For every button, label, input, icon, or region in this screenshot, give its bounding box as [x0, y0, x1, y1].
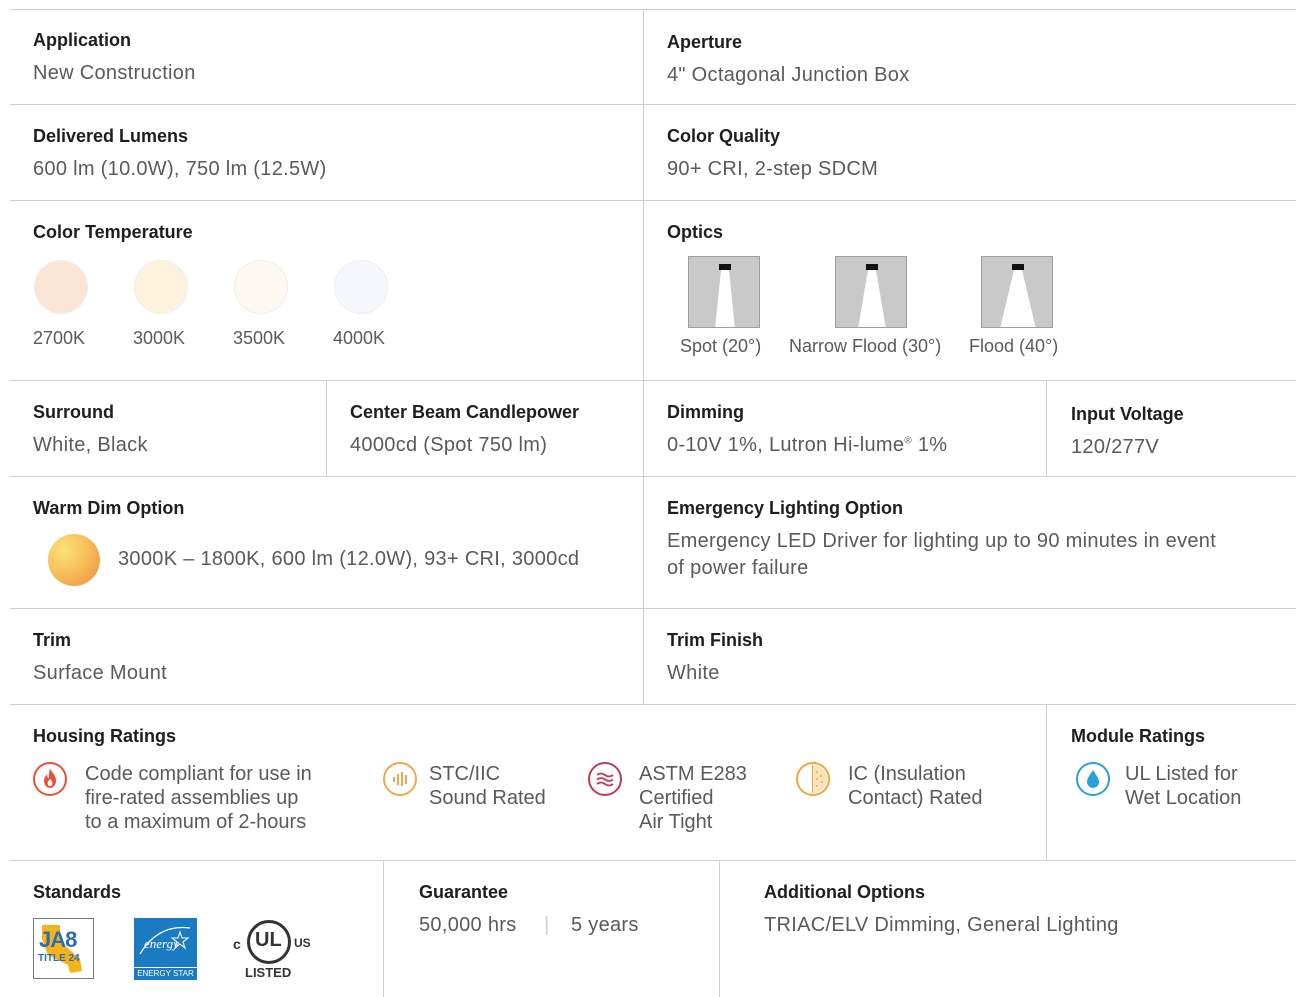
trim-value: Surface Mount	[33, 662, 167, 684]
optics-label: Optics	[667, 222, 724, 242]
housing-rating-sound: STC/IIC Sound Rated	[429, 763, 546, 809]
application-label: Application	[33, 30, 131, 50]
warm-dim-value: 3000K – 1800K, 600 lm (12.0W), 93+ CRI, …	[118, 548, 580, 570]
trim-finish-value: White	[667, 662, 720, 684]
cct-label-4000k: 4000K	[333, 328, 386, 348]
standards-label: Standards	[33, 882, 122, 902]
emergency-value-line1: Emergency LED Driver for lighting up to …	[667, 530, 1217, 552]
energy-star-logo: energy ENERGY STAR	[134, 918, 197, 980]
emergency-label: Emergency Lighting Option	[667, 498, 904, 518]
optic-spot-icon	[688, 256, 760, 328]
surround-label: Surround	[33, 402, 114, 422]
additional-options-value: TRIAC/ELV Dimming, General Lighting	[764, 914, 1119, 936]
cct-label-3500k: 3500K	[233, 328, 286, 348]
aperture-value: 4" Octagonal Junction Box	[667, 64, 910, 86]
emergency-value-line2: of power failure	[667, 557, 809, 579]
optic-flood-label: Flood (40°)	[969, 336, 1059, 356]
cct-label-3000k: 3000K	[133, 328, 186, 348]
dimming-label: Dimming	[667, 402, 745, 422]
module-rating-wet: UL Listed for Wet Location	[1125, 763, 1242, 809]
insulation-icon	[796, 762, 830, 796]
water-drop-icon	[1076, 762, 1110, 796]
trim-finish-label: Trim Finish	[667, 630, 764, 650]
color-quality-value: 90+ CRI, 2-step SDCM	[667, 158, 879, 180]
swatch-3000k	[134, 260, 188, 314]
cct-label-2700k: 2700K	[33, 328, 86, 348]
trim-label: Trim	[33, 630, 72, 650]
housing-rating-air: ASTM E283 Certified Air Tight	[639, 763, 747, 833]
warm-dim-swatch	[48, 534, 100, 586]
cbcp-label: Center Beam Candlepower	[350, 402, 580, 422]
housing-ratings-label: Housing Ratings	[33, 726, 176, 746]
optic-narrow-flood-label: Narrow Flood (30°)	[789, 336, 942, 356]
guarantee-label: Guarantee	[419, 882, 509, 902]
housing-rating-fire: Code compliant for use in fire-rated ass…	[85, 763, 312, 833]
optic-narrow-flood-icon	[835, 256, 907, 328]
optic-spot-label: Spot (20°)	[680, 336, 762, 356]
module-ratings-label: Module Ratings	[1071, 726, 1205, 746]
air-wave-icon	[588, 762, 622, 796]
guarantee-years: 5 years	[571, 914, 639, 936]
delivered-lumens-value: 600 lm (10.0W), 750 lm (12.5W)	[33, 158, 327, 180]
delivered-lumens-label: Delivered Lumens	[33, 126, 189, 146]
input-voltage-value: 120/277V	[1071, 436, 1160, 458]
cbcp-value: 4000cd (Spot 750 lm)	[350, 434, 548, 456]
aperture-label: Aperture	[667, 32, 743, 52]
optic-flood-icon	[981, 256, 1053, 328]
housing-rating-ic: IC (Insulation Contact) Rated	[848, 763, 983, 809]
additional-options-label: Additional Options	[764, 882, 925, 902]
sound-wave-icon	[383, 762, 417, 796]
input-voltage-label: Input Voltage	[1071, 404, 1184, 424]
swatch-2700k	[34, 260, 88, 314]
flame-icon	[33, 762, 67, 796]
surround-value: White, Black	[33, 434, 148, 456]
swatch-4000k	[334, 260, 388, 314]
color-quality-label: Color Quality	[667, 126, 781, 146]
dimming-value: 0-10V 1%, Lutron Hi-lume® 1%	[667, 434, 948, 456]
application-value: New Construction	[33, 62, 196, 84]
guarantee-hours: 50,000 hrs	[419, 914, 517, 936]
ul-listed-logo: c UL US LISTED	[233, 920, 315, 982]
color-temperature-label: Color Temperature	[33, 222, 193, 242]
guarantee-separator: |	[544, 914, 550, 936]
ja8-title24-logo: JA8 TITLE 24	[33, 918, 94, 979]
swatch-3500k	[234, 260, 288, 314]
warm-dim-label: Warm Dim Option	[33, 498, 185, 518]
